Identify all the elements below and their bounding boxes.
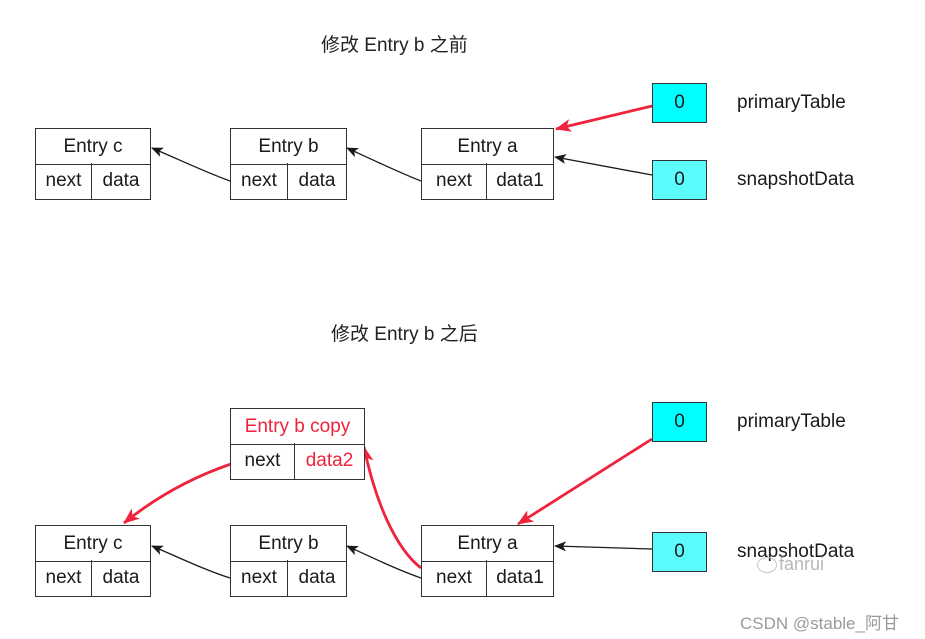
- node-title: Entry b: [231, 526, 346, 562]
- arrow-snapshot-to-a-after: [554, 541, 653, 552]
- before-title: 修改 Entry b 之前: [321, 35, 468, 56]
- node-data-field: data: [298, 567, 336, 588]
- after-primary-table-label: primaryTable: [737, 411, 846, 432]
- arrow-snapshot-to-a-before: [554, 154, 653, 176]
- wechat-watermark: fanrui: [757, 554, 824, 575]
- csdn-watermark: CSDN @stable_阿甘: [740, 614, 899, 633]
- node-data-field: data1: [496, 170, 544, 191]
- before-entry-c-node: Entry c next data: [35, 128, 151, 200]
- node-next-field: next: [422, 560, 487, 596]
- after-snapshot-data-pointer: 0: [652, 532, 707, 572]
- before-snapshot-data-pointer: 0: [652, 160, 707, 200]
- before-primary-table-pointer: 0: [652, 83, 707, 123]
- before-snapshot-data-label: snapshotData: [737, 169, 855, 190]
- wechat-watermark-text: fanrui: [779, 554, 825, 574]
- node-title: Entry c: [36, 526, 150, 562]
- arrow-primary-to-a-before: [555, 104, 653, 132]
- node-title: Entry c: [36, 129, 150, 165]
- after-entry-b-copy-node: Entry b copy next data2: [230, 408, 365, 480]
- node-title: Entry b: [231, 129, 346, 165]
- node-next-field: next: [231, 443, 295, 479]
- node-next-field: next: [36, 163, 92, 199]
- after-entry-b-node: Entry b next data: [230, 525, 347, 597]
- node-data-field: data: [298, 170, 336, 191]
- arrow-a-to-copy-after: [360, 446, 422, 570]
- arrow-a-to-b-before: [346, 147, 422, 182]
- node-title: Entry a: [422, 129, 553, 165]
- node-data-field: data1: [496, 567, 544, 588]
- node-next-field: next: [36, 560, 92, 596]
- before-entry-a-node: Entry a next data1: [421, 128, 554, 200]
- node-next-field: next: [422, 163, 487, 199]
- arrow-copy-to-c-after: [123, 462, 232, 525]
- arrow-b-to-c-after: [151, 545, 231, 579]
- arrow-b-to-c-before: [151, 147, 231, 182]
- before-entry-b-node: Entry b next data: [230, 128, 347, 200]
- after-entry-a-node: Entry a next data1: [421, 525, 554, 597]
- before-primary-table-label: primaryTable: [737, 92, 846, 113]
- node-data-field: data2: [305, 450, 354, 471]
- after-title: 修改 Entry b 之后: [331, 324, 478, 345]
- node-next-field: next: [231, 560, 288, 596]
- node-data-field: data: [102, 567, 140, 588]
- after-entry-c-node: Entry c next data: [35, 525, 151, 597]
- arrow-a-to-b-after: [346, 545, 422, 579]
- node-title: Entry b copy: [231, 409, 364, 445]
- node-title: Entry a: [422, 526, 553, 562]
- arrow-primary-to-a-after: [517, 437, 653, 526]
- wechat-icon: [757, 557, 777, 574]
- node-data-field: data: [102, 170, 140, 191]
- after-primary-table-pointer: 0: [652, 402, 707, 442]
- node-next-field: next: [231, 163, 288, 199]
